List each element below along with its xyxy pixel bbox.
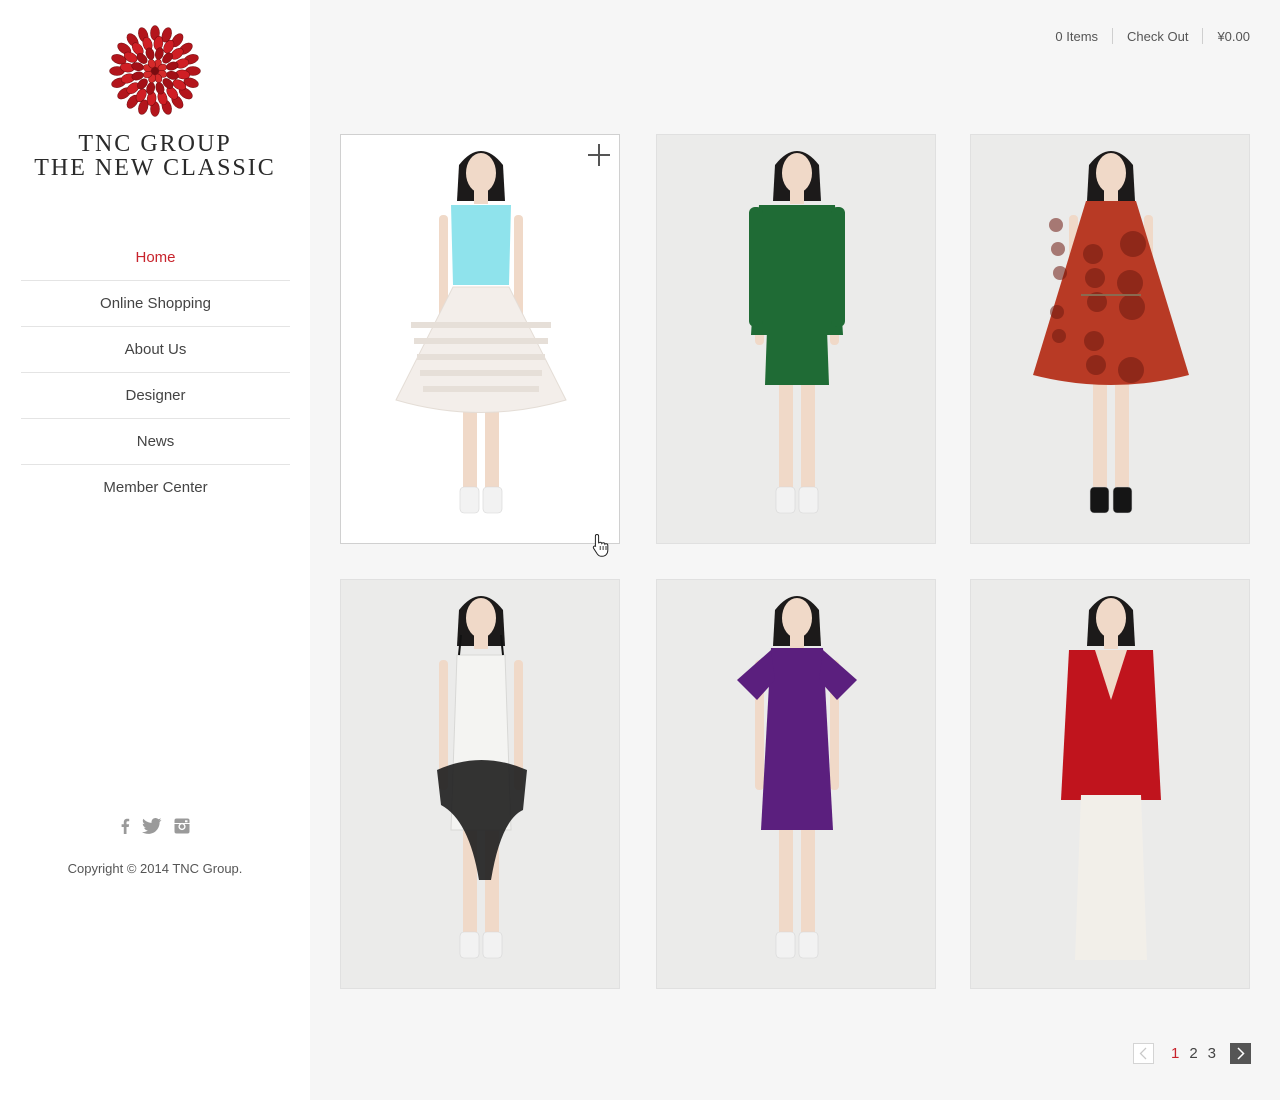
product-card[interactable] — [656, 579, 936, 989]
twitter-icon[interactable] — [142, 818, 162, 839]
nav-item-member-center[interactable]: Member Center — [21, 465, 290, 511]
product-card[interactable] — [970, 579, 1250, 989]
product-card[interactable] — [340, 134, 620, 544]
instagram-icon[interactable] — [174, 818, 190, 839]
add-to-cart-icon[interactable] — [588, 144, 610, 166]
nav-item-home[interactable]: Home — [21, 235, 290, 281]
page-number[interactable]: 1 — [1166, 1045, 1184, 1062]
prev-page-button[interactable] — [1132, 1043, 1154, 1064]
product-image — [395, 151, 567, 514]
product-image — [749, 151, 845, 514]
social-links — [0, 818, 310, 839]
copyright-text: Copyright © 2014 TNC Group. — [67, 861, 243, 876]
brand-name-line2: THE NEW CLASSIC — [34, 155, 276, 181]
facebook-icon[interactable] — [120, 818, 130, 839]
product-card[interactable] — [970, 134, 1250, 544]
page: TNC GROUP THE NEW CLASSIC Home Online Sh… — [0, 0, 1280, 1100]
hand-cursor-icon — [592, 533, 609, 557]
product-image — [737, 596, 857, 959]
nav-item-about-us[interactable]: About Us — [21, 327, 290, 373]
nav-item-designer[interactable]: Designer — [21, 373, 290, 419]
product-image — [1033, 151, 1189, 514]
main-nav: Home Online Shopping About Us Designer N… — [21, 235, 290, 511]
nav-item-news[interactable]: News — [21, 419, 290, 465]
page-number[interactable]: 2 — [1184, 1045, 1202, 1062]
sidebar: TNC GROUP THE NEW CLASSIC Home Online Sh… — [0, 0, 310, 1100]
nav-item-online-shopping[interactable]: Online Shopping — [21, 281, 290, 327]
product-card[interactable] — [656, 134, 936, 544]
cart-total: ¥0.00 — [1217, 28, 1250, 44]
chevron-right-icon — [1236, 1047, 1245, 1060]
red-flower-logo-icon — [109, 25, 201, 117]
cart-bar: 0 Items Check Out ¥0.00 — [1041, 27, 1250, 45]
product-image — [1061, 596, 1161, 960]
checkout-link[interactable]: Check Out — [1113, 29, 1202, 44]
next-page-button[interactable] — [1230, 1043, 1251, 1064]
chevron-left-icon — [1140, 1047, 1147, 1060]
brand-logo[interactable]: TNC GROUP THE NEW CLASSIC — [0, 18, 310, 180]
page-number[interactable]: 3 — [1203, 1045, 1221, 1062]
cart-items-link[interactable]: 0 Items — [1041, 29, 1112, 44]
pagination: 1 2 3 — [1132, 1043, 1251, 1064]
product-image — [437, 596, 527, 959]
brand-name-line1: TNC GROUP — [78, 131, 232, 157]
product-card[interactable] — [340, 579, 620, 989]
